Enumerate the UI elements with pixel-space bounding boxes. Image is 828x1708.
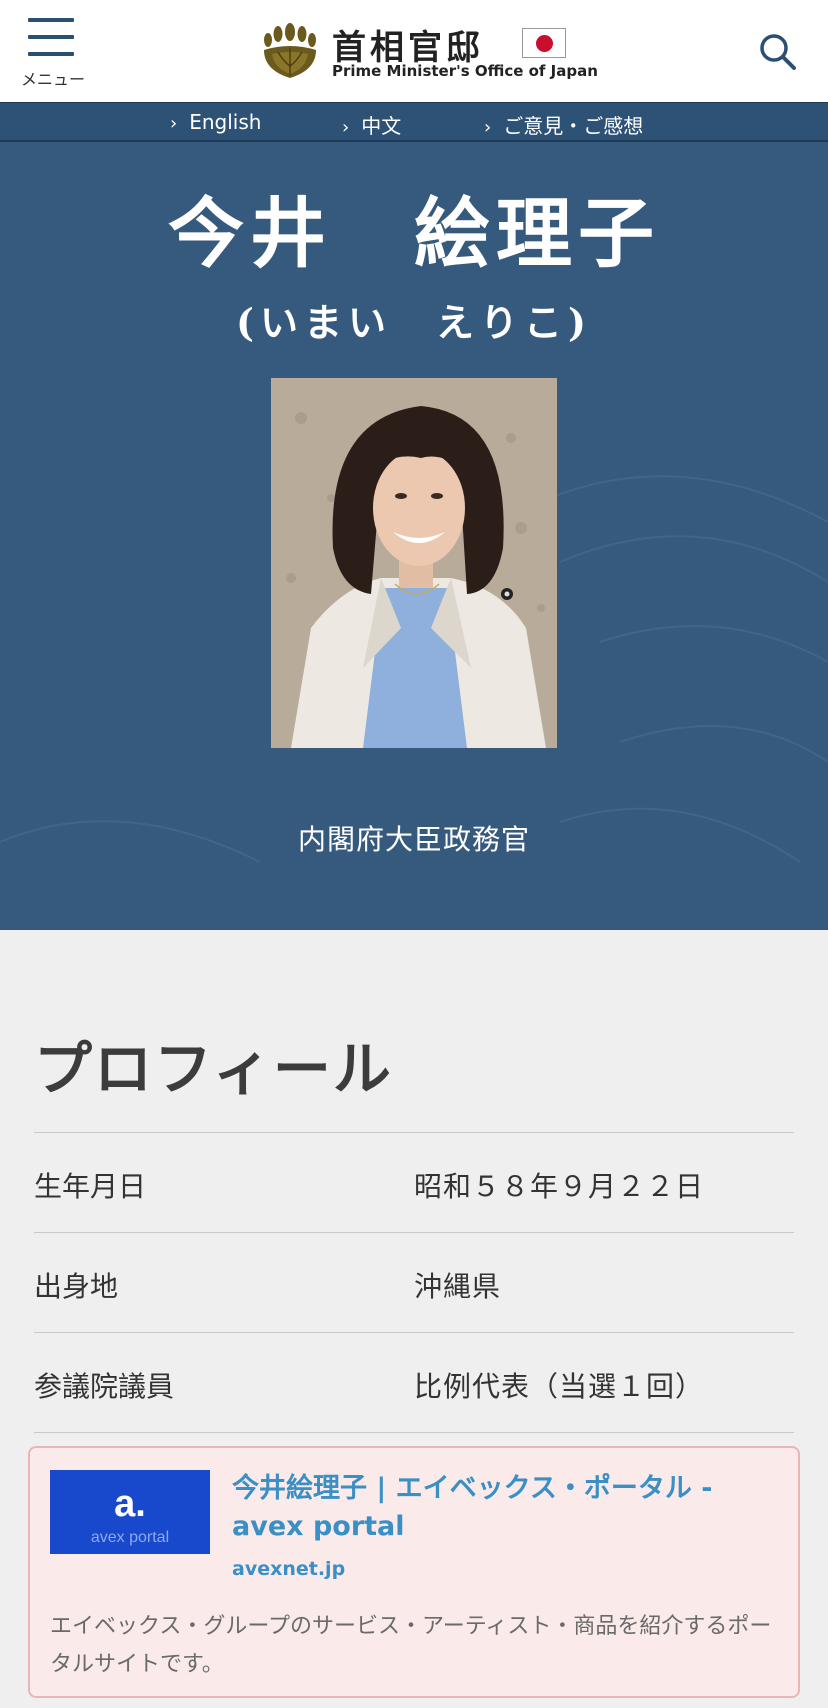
profile-row-value: 昭和５８年９月２２日 bbox=[414, 1170, 705, 1203]
link-preview-card[interactable]: a. avex portal 今井絵理子 | エイベックス・ポータル - ave… bbox=[28, 1446, 800, 1698]
profile-hero: 今井 絵理子 (いまい えりこ) 内閣府大臣政務官 bbox=[0, 142, 828, 930]
profile-row-value: 沖縄県 bbox=[414, 1270, 502, 1303]
paulownia-crest-icon bbox=[264, 23, 316, 78]
search-button[interactable] bbox=[756, 30, 800, 74]
divider bbox=[34, 1332, 794, 1333]
divider bbox=[34, 1232, 794, 1233]
chevron-right-icon: › bbox=[484, 117, 492, 138]
profile-row-label: 生年月日 bbox=[34, 1170, 147, 1203]
position-title: 内閣府大臣政務官 bbox=[297, 823, 530, 856]
menu-button[interactable]: メニュー bbox=[18, 14, 88, 90]
chevron-right-icon: › bbox=[170, 113, 178, 134]
link-title[interactable]: 今井絵理子 | エイベックス・ポータル - avex portal bbox=[232, 1470, 772, 1546]
hamburger-icon bbox=[28, 18, 74, 58]
site-logo[interactable]: 首相官邸 Prime Minister's Office of Japan bbox=[260, 18, 598, 84]
lang-link-chinese[interactable]: › 中文 bbox=[342, 110, 401, 139]
lang-link-label: English bbox=[189, 110, 262, 134]
lang-link-label: 中文 bbox=[361, 114, 402, 138]
svg-text:a.: a. bbox=[114, 1483, 146, 1525]
divider bbox=[34, 1132, 794, 1133]
person-name-kana: (いまい えりこ) bbox=[236, 300, 592, 345]
profile-row-label: 参議院議員 bbox=[34, 1370, 175, 1403]
link-domain: avexnet.jp bbox=[232, 1558, 346, 1580]
feedback-link[interactable]: › ご意見・ご感想 bbox=[484, 110, 643, 139]
link-description: エイベックス・グループのサービス・アーティスト・商品を紹介するポータルサイトです… bbox=[50, 1614, 772, 1677]
thumbnail-text: avex portal bbox=[91, 1529, 169, 1546]
chevron-right-icon: › bbox=[342, 117, 350, 138]
portrait-photo bbox=[271, 378, 557, 748]
link-thumbnail: a. avex portal bbox=[50, 1470, 210, 1554]
profile-row-label: 出身地 bbox=[34, 1270, 119, 1303]
search-icon bbox=[760, 34, 796, 70]
japan-flag-icon bbox=[522, 28, 566, 58]
site-header: メニュー 首相官邸 Prime Minister's Office of Jap… bbox=[0, 0, 828, 102]
profile-heading: プロフィール bbox=[34, 1035, 393, 1103]
divider bbox=[34, 1432, 794, 1433]
lang-link-english[interactable]: › English bbox=[170, 110, 261, 134]
profile-row-value: 比例代表（当選１回） bbox=[414, 1370, 705, 1403]
language-bar: › English › 中文 › ご意見・ご感想 bbox=[0, 102, 828, 142]
logo-english: Prime Minister's Office of Japan bbox=[332, 62, 598, 80]
menu-label: メニュー bbox=[20, 70, 85, 89]
lang-link-label: ご意見・ご感想 bbox=[503, 114, 644, 138]
person-name: 今井 絵理子 bbox=[168, 189, 660, 278]
